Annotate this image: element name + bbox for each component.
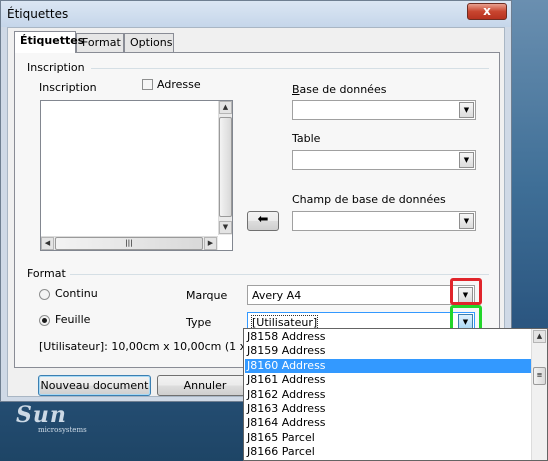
database-field-label: Champ de base de données <box>292 193 446 206</box>
vertical-scroll-thumb[interactable] <box>219 117 232 217</box>
sheet-radio[interactable] <box>39 315 50 326</box>
inscription-field-label: Inscription <box>39 81 97 94</box>
dropdown-option[interactable]: J8165 Parcel <box>245 431 531 445</box>
dropdown-option[interactable]: J8158 Address <box>245 330 531 344</box>
title-bar[interactable]: Étiquettes x <box>1 1 511 27</box>
dropdown-option[interactable]: J8162 Address <box>245 388 531 402</box>
dropdown-option[interactable]: J8164 Address <box>245 416 531 430</box>
dialog-title: Étiquettes <box>7 7 69 21</box>
tab-panel: Inscription Inscription Adresse ▲ ▼ ◀ ||… <box>14 52 500 368</box>
close-icon: x <box>483 4 491 18</box>
dropdown-option[interactable]: J8163 Address <box>245 402 531 416</box>
dropdown-option[interactable]: J8159 Address <box>245 344 531 358</box>
scroll-up-icon[interactable]: ▲ <box>219 101 232 114</box>
format-separator <box>70 274 489 275</box>
sun-logo-text: Sun <box>16 402 67 428</box>
dropdown-scrollbar[interactable]: ▲ ≡ <box>531 329 547 460</box>
dropdown-scroll-thumb[interactable]: ≡ <box>533 367 546 385</box>
insert-field-button[interactable]: ⬅ <box>247 211 279 231</box>
brand-select[interactable]: Avery A4 ▼ <box>247 285 475 305</box>
scroll-up-icon[interactable]: ▲ <box>533 330 546 343</box>
tab-etiquettes[interactable]: Étiquettes <box>14 31 84 53</box>
chevron-down-icon[interactable]: ▼ <box>459 213 474 229</box>
brand-dropdown-highlight <box>450 278 482 305</box>
scroll-down-icon[interactable]: ▼ <box>219 221 232 234</box>
format-group-label: Format <box>27 267 66 280</box>
tab-options[interactable]: Options <box>124 33 174 52</box>
chevron-down-icon[interactable]: ▼ <box>459 152 474 168</box>
dropdown-option[interactable]: J8160 Address <box>245 358 531 374</box>
brand-label: Marque <box>186 289 228 302</box>
inscription-separator <box>91 68 489 69</box>
database-field-select[interactable]: ▼ <box>292 211 476 231</box>
inscription-horizontal-scrollbar[interactable]: ◀ ||| ▶ <box>41 236 218 250</box>
continuous-label: Continu <box>55 287 98 300</box>
inscription-group-label: Inscription <box>27 61 85 74</box>
address-checkbox-label: Adresse <box>157 78 201 91</box>
table-select[interactable]: ▼ <box>292 150 476 170</box>
sun-logo: Sun microsystems <box>16 402 136 442</box>
address-checkbox[interactable] <box>142 79 153 90</box>
brand-value: Avery A4 <box>252 289 302 302</box>
sun-logo-subtext: microsystems <box>38 426 87 434</box>
chevron-down-icon[interactable]: ▼ <box>459 102 474 118</box>
database-select[interactable]: ▼ <box>292 100 476 120</box>
new-document-button[interactable]: Nouveau document <box>38 375 151 396</box>
close-button[interactable]: x <box>467 3 507 20</box>
cancel-button[interactable]: Annuler <box>157 375 253 396</box>
type-label: Type <box>186 316 212 329</box>
horizontal-scroll-thumb[interactable]: ||| <box>55 237 203 250</box>
continuous-radio[interactable] <box>39 289 50 300</box>
sheet-label: Feuille <box>55 313 91 326</box>
scroll-right-icon[interactable]: ▶ <box>204 237 217 250</box>
database-label: Base de données <box>292 83 387 96</box>
scroll-left-icon[interactable]: ◀ <box>41 237 54 250</box>
arrow-left-icon: ⬅ <box>257 212 269 227</box>
inscription-vertical-scrollbar[interactable]: ▲ ▼ <box>218 101 232 235</box>
table-label: Table <box>292 132 321 145</box>
dropdown-option[interactable]: J8166 Parcel <box>245 445 531 459</box>
dropdown-option[interactable]: J8161 Address <box>245 373 531 387</box>
format-info-text: [Utilisateur]: 10,00cm x 10,00cm (1 x 1) <box>39 340 261 353</box>
inscription-textarea[interactable]: ▲ ▼ ◀ ||| ▶ <box>40 100 233 251</box>
type-dropdown-list[interactable]: J8158 Address J8159 Address J8160 Address J… <box>243 328 548 461</box>
